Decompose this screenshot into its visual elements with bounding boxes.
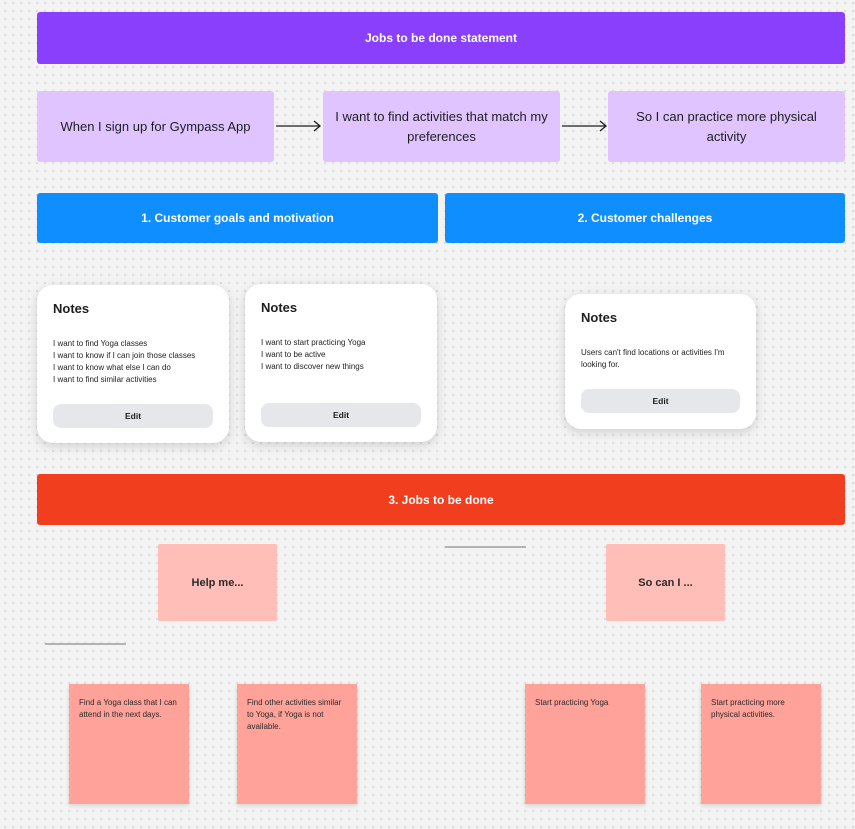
help-me-header[interactable]: Help me... [158,544,277,621]
card-line: I want to find similar activities [53,375,157,384]
card-title: Notes [581,310,618,325]
card-line: I want to know what else I can do [53,363,171,372]
card-line: Users can't find locations or activities… [581,348,725,369]
arrow-right-icon [276,120,322,132]
sticky-note[interactable]: Find a Yoga class that I can attend in t… [69,684,189,804]
section-jobs-label: 3. Jobs to be done [388,492,494,507]
arrow-right-icon [562,120,608,132]
statement-header[interactable]: Jobs to be done statement [37,12,845,64]
edit-button[interactable]: Edit [261,403,421,427]
statement-step-label: When I sign up for Gympass App [60,118,251,134]
sticky-note-text: Start practicing more physical activitie… [711,698,785,719]
section-goals-banner[interactable]: 1. Customer goals and motivation [37,193,438,243]
card-line: I want to discover new things [261,362,364,371]
notes-card[interactable]: Notes I want to find Yoga classes I want… [37,285,229,443]
sticky-note[interactable]: Start practicing more physical activitie… [701,684,821,804]
section-challenges-banner[interactable]: 2. Customer challenges [445,193,845,243]
sticky-note[interactable]: Start practicing Yoga [525,684,645,804]
card-line: I want to know if I can join those class… [53,351,196,360]
notes-card[interactable]: Notes I want to start practicing Yoga I … [245,284,437,442]
edit-button[interactable]: Edit [581,389,740,413]
sticky-note-text: Find a Yoga class that I can attend in t… [79,698,177,719]
sticky-note-text: Start practicing Yoga [535,698,609,707]
card-line: I want to be active [261,350,326,359]
sticky-note[interactable]: Find other activities similar to Yoga, i… [237,684,357,804]
card-body: I want to find Yoga classes I want to kn… [53,338,213,386]
card-body: Users can't find locations or activities… [581,347,743,371]
section-jobs-banner[interactable]: 3. Jobs to be done [37,474,845,525]
edit-button[interactable]: Edit [53,404,213,428]
section-goals-label: 1. Customer goals and motivation [141,211,334,225]
card-body: I want to start practicing Yoga I want t… [261,337,421,373]
card-line: I want to find Yoga classes [53,339,148,348]
card-title: Notes [261,300,298,315]
statement-header-label: Jobs to be done statement [364,31,518,45]
notes-card[interactable]: Notes Users can't find locations or acti… [565,294,756,429]
so-can-i-header[interactable]: So can I ... [606,544,725,621]
card-line: I want to start practicing Yoga [261,338,366,347]
section-challenges-label: 2. Customer challenges [577,211,713,225]
statement-step-label: So I can practice more physical activity [636,108,817,144]
statement-step-label: I want to find activities that match my … [335,108,548,144]
help-me-label: Help me... [191,576,244,589]
statement-step-when[interactable]: When I sign up for Gympass App [37,91,274,162]
statement-step-so[interactable]: So I can practice more physical activity [608,91,845,162]
divider-line [45,643,126,645]
card-title: Notes [53,301,90,316]
divider-line [445,546,526,548]
statement-step-want[interactable]: I want to find activities that match my … [323,91,560,162]
sticky-note-text: Find other activities similar to Yoga, i… [247,698,342,731]
so-can-i-label: So can I ... [638,576,693,589]
